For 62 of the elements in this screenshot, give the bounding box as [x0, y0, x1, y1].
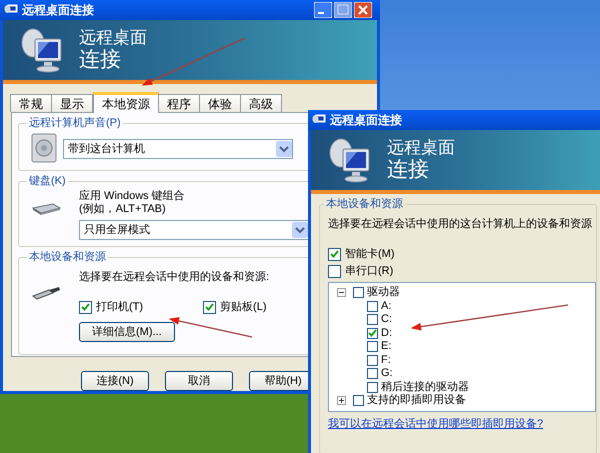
usb-plug-icon — [31, 286, 61, 300]
keyboard-icon — [31, 202, 61, 216]
window-title: 远程桌面连接 — [22, 2, 95, 19]
tab[interactable]: 高级 — [240, 94, 282, 112]
checkbox[interactable] — [367, 341, 378, 352]
group-label: 键盘(K) — [27, 174, 68, 188]
tab[interactable]: 程序 — [158, 94, 200, 112]
group-label: 远程计算机声音(P) — [27, 116, 123, 130]
checkbox-label: 剪贴板(L) — [220, 300, 266, 314]
checkbox[interactable] — [367, 354, 378, 366]
description-text: 选择要在远程会话中使用的这台计算机上的设备和资源 — [328, 217, 592, 231]
group-label: 本地设备和资源 — [27, 250, 108, 264]
checkbox[interactable] — [353, 395, 364, 406]
speaker-icon — [31, 133, 57, 163]
banner-title: 远程桌面 — [79, 29, 147, 48]
banner-title: 连接 — [387, 158, 430, 181]
tab[interactable]: 显示 — [51, 94, 93, 112]
tab[interactable]: 本地资源 — [93, 92, 159, 113]
checkbox[interactable] — [353, 287, 364, 298]
window-title: 远程桌面连接 — [330, 112, 403, 129]
tree-item[interactable]: C: — [381, 313, 392, 326]
checkbox-label: 串行口(R) — [345, 264, 394, 278]
app-icon — [4, 4, 18, 16]
banner-title: 远程桌面 — [387, 139, 455, 158]
tree-item[interactable]: A: — [381, 300, 392, 313]
tree-item[interactable]: 支持的即插即用设备 — [367, 394, 466, 408]
expand-icon — [337, 396, 346, 406]
tab[interactable]: 常规 — [10, 94, 52, 112]
tree-item[interactable]: D: — [381, 326, 392, 340]
tree-item[interactable]: E: — [381, 340, 392, 354]
dialog-button[interactable]: 连接(N) — [81, 371, 149, 391]
description-text: 应用 Windows 键组合 — [79, 190, 185, 203]
checkbox[interactable] — [367, 314, 378, 326]
checkbox-label: 打印机(T) — [96, 300, 144, 314]
checkbox[interactable] — [328, 264, 341, 278]
tree-item[interactable]: F: — [381, 354, 391, 367]
dropdown[interactable]: 带到这台计算机 — [63, 139, 293, 159]
checkbox[interactable] — [367, 300, 378, 312]
tree-item[interactable]: G: — [381, 367, 393, 380]
description-text: (例如，ALT+TAB) — [79, 203, 166, 216]
tree-item[interactable]: 驱动器 — [367, 286, 400, 300]
help-link[interactable]: 我可以在远程会话中使用哪些即插即用设备? — [328, 417, 544, 431]
app-icon — [312, 114, 326, 126]
maximize-icon — [334, 2, 352, 18]
minimize-icon — [314, 2, 332, 18]
checkbox-label: 智能卡(M) — [345, 247, 394, 261]
tab[interactable]: 体验 — [199, 94, 241, 112]
banner-title: 连接 — [79, 48, 122, 71]
description-text: 选择要在远程会话中使用的设备和资源: — [79, 270, 270, 284]
checkbox[interactable] — [79, 300, 92, 314]
checkbox[interactable] — [203, 300, 216, 314]
checkbox[interactable] — [367, 368, 378, 380]
group-label: 本地设备和资源 — [324, 197, 405, 211]
checkbox[interactable] — [328, 248, 341, 260]
tree-item[interactable]: 稍后连接的驱动器 — [381, 380, 469, 394]
details-button[interactable]: 详细信息(M)... — [79, 322, 175, 342]
checkbox[interactable] — [367, 328, 378, 339]
collapse-icon — [337, 288, 346, 298]
dropdown[interactable]: 只用全屏模式 — [79, 220, 309, 240]
dialog-button[interactable]: 取消 — [165, 371, 233, 391]
checkbox[interactable] — [367, 382, 378, 393]
close-icon — [354, 2, 372, 18]
